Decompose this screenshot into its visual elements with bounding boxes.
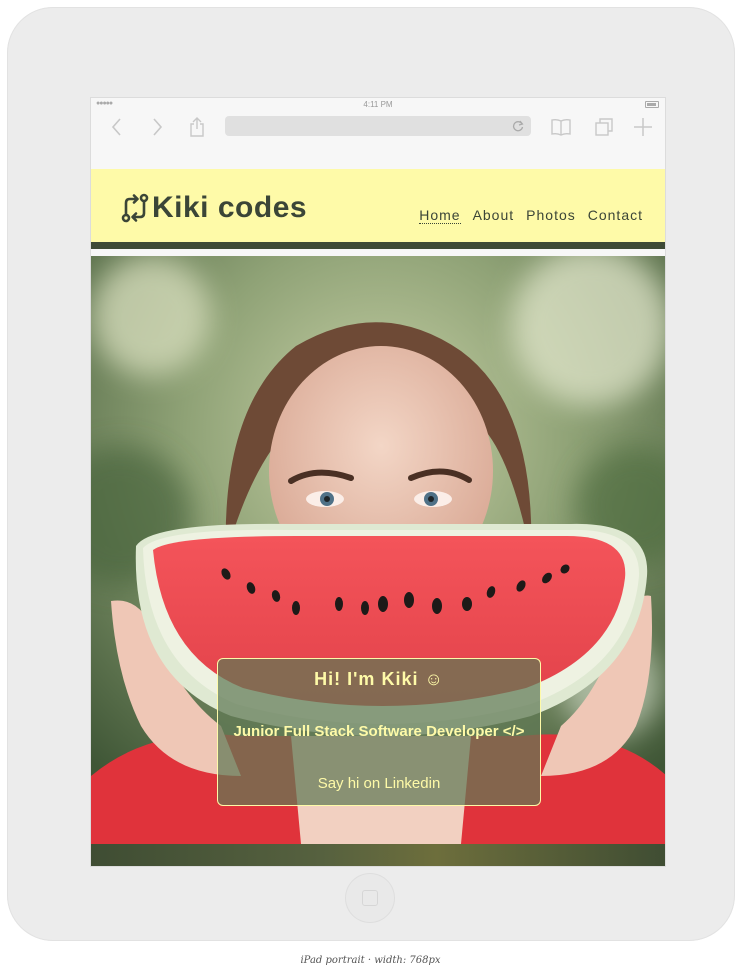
browser-toolbar: [91, 112, 665, 169]
device-caption: iPad portrait · width: 768px: [300, 955, 441, 966]
logo-text: Kiki codes: [152, 191, 308, 224]
hero-section: Hi! I'm Kiki ☺ Junior Full Stack Softwar…: [91, 256, 665, 844]
status-time: 4:11 PM: [363, 100, 393, 109]
plus-icon[interactable]: [631, 115, 655, 139]
nav-contact[interactable]: Contact: [588, 207, 643, 224]
ipad-frame: ●●●●● 4:11 PM Kiki codes Home About Phot…: [7, 7, 735, 941]
main-nav: Home About Photos Contact: [419, 207, 643, 224]
chevron-right-icon[interactable]: [145, 115, 169, 139]
website: Kiki codes Home About Photos Contact Hi!…: [91, 169, 665, 866]
battery-icon: [645, 101, 659, 108]
ipad-screen: ●●●●● 4:11 PM Kiki codes Home About Phot…: [90, 97, 666, 867]
nav-photos[interactable]: Photos: [526, 207, 576, 224]
intro-role: Junior Full Stack Software Developer </>: [233, 723, 525, 740]
reload-icon[interactable]: [511, 119, 525, 133]
nav-home[interactable]: Home: [419, 207, 461, 224]
status-bar: ●●●●● 4:11 PM: [91, 98, 665, 112]
address-bar[interactable]: [225, 116, 531, 136]
intro-card: Hi! I'm Kiki ☺ Junior Full Stack Softwar…: [217, 658, 541, 806]
footer-strip: [91, 844, 665, 866]
intro-greeting: Hi! I'm Kiki ☺: [314, 669, 444, 689]
nav-about[interactable]: About: [473, 207, 515, 224]
home-button[interactable]: [345, 873, 395, 923]
book-icon[interactable]: [549, 115, 573, 139]
site-header: Kiki codes Home About Photos Contact: [91, 169, 665, 249]
site-logo[interactable]: Kiki codes: [119, 191, 307, 225]
chevron-left-icon[interactable]: [105, 115, 129, 139]
linkedin-link[interactable]: Say hi on Linkedin: [218, 775, 540, 792]
tabs-icon[interactable]: [592, 115, 616, 139]
share-icon[interactable]: [185, 115, 209, 139]
git-compare-icon: [119, 192, 151, 224]
home-square-icon: [362, 890, 378, 906]
